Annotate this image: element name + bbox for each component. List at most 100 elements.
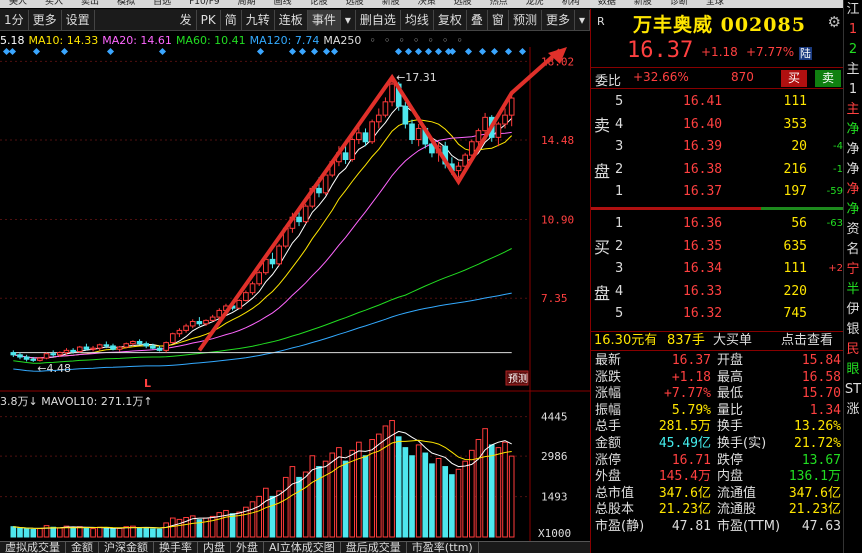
side-news-item-14[interactable]: 半 [844, 280, 862, 300]
candle-body-5 [43, 353, 50, 359]
indicator-tab-6[interactable]: AI立体成交图 [264, 542, 341, 553]
gear-icon[interactable]: ⚙ [828, 13, 841, 31]
side-news-item-18[interactable]: 眼 [844, 360, 862, 380]
rewind-icon[interactable]: ◦ [398, 34, 405, 47]
indicator-tab-4[interactable]: 内盘 [198, 542, 231, 553]
stats-label: 量比 [717, 402, 744, 418]
side-news-item-8[interactable]: 净 [844, 160, 862, 180]
sell-button[interactable]: 卖 [815, 70, 841, 87]
toolbar-right-button-13[interactable]: 更多 [542, 9, 575, 30]
ask-row[interactable]: 1 16.37 197 -59 [613, 181, 843, 202]
menu-item-0[interactable]: 美人 [9, 0, 27, 7]
toolbar-right-button-4[interactable]: 连板 [275, 9, 308, 30]
stock-name[interactable]: 万丰奥威 002085 [633, 10, 806, 37]
lock-icon[interactable]: ◦ [369, 34, 376, 47]
shuffle-icon[interactable]: ◦ [413, 34, 420, 47]
side-news-item-11[interactable]: 资 [844, 220, 862, 240]
bid-row[interactable]: 1 16.36 56 -63 [613, 213, 843, 234]
menu-item-19[interactable]: 全球 [706, 0, 724, 7]
minus-icon[interactable]: ◦ [427, 34, 434, 47]
menu-item-16[interactable]: 数据 [598, 0, 616, 7]
side-news-item-4[interactable]: 1 [844, 80, 862, 100]
candle-body-34 [236, 299, 243, 309]
ask-row[interactable]: 5 16.41 111 [613, 91, 843, 112]
menu-item-17[interactable]: 新股 [634, 0, 652, 7]
bid-row[interactable]: 3 16.34 111 +2 [613, 258, 843, 279]
side-news-item-15[interactable]: 伊 [844, 300, 862, 320]
ask-row[interactable]: 4 16.40 353 [613, 114, 843, 135]
toolbar-right-button-2[interactable]: 简 [221, 9, 242, 30]
toolbar-right-button-10[interactable]: 叠 [467, 9, 488, 30]
buy-button[interactable]: 买 [781, 70, 807, 87]
plus-icon[interactable]: ◦ [442, 34, 449, 47]
menu-item-1[interactable]: 买入 [45, 0, 63, 7]
side-news-item-9[interactable]: 净 [844, 180, 862, 200]
ask-row[interactable]: 2 16.38 216 -1 [613, 159, 843, 180]
side-news-item-0[interactable]: 江 [844, 0, 862, 20]
toolbar-left-button-2[interactable]: 设置 [62, 9, 95, 30]
menu-item-9[interactable]: 选股 [346, 0, 364, 7]
indicator-tab-0[interactable]: 虚拟成交量 [0, 542, 66, 553]
toolbar-left-button-0[interactable]: 1分 [0, 9, 29, 30]
menu-item-8[interactable]: 论股 [310, 0, 328, 7]
side-news-item-1[interactable]: 1 [844, 20, 862, 40]
side-news-item-16[interactable]: 银 [844, 320, 862, 340]
menu-item-4[interactable]: 自选 [153, 0, 171, 7]
toolbar-right-button-7[interactable]: 删自选 [356, 9, 401, 30]
menu-item-2[interactable]: 卖出 [81, 0, 99, 7]
toolbar-right-button-14[interactable]: ▾ [575, 9, 590, 30]
menu-item-6[interactable]: 周期 [238, 0, 256, 7]
volume-bar-59 [402, 447, 409, 538]
menu-item-7[interactable]: 画线 [274, 0, 292, 7]
toolbar-right-button-0[interactable]: 发 [176, 9, 197, 30]
toolbar-right-button-8[interactable]: 均线 [401, 9, 434, 30]
side-news-item-6[interactable]: 净 [844, 120, 862, 140]
indicator-tab-1[interactable]: 金额 [66, 542, 99, 553]
indicator-tab-5[interactable]: 外盘 [231, 542, 264, 553]
bid-row[interactable]: 2 16.35 635 [613, 236, 843, 257]
big-order-row[interactable]: 16.30元有 837手 大买单 点击查看 [591, 331, 843, 351]
menu-item-12[interactable]: 选股 [454, 0, 472, 7]
side-news-item-7[interactable]: 净 [844, 140, 862, 160]
indicator-tab-7[interactable]: 盘后成交量 [341, 542, 407, 553]
menu-item-3[interactable]: 模拟 [117, 0, 135, 7]
side-news-item-19[interactable]: ST [844, 380, 862, 400]
settings-icon[interactable]: ◦ [456, 34, 463, 47]
indicator-tab-3[interactable]: 换手率 [154, 542, 198, 553]
toolbar-right-button-5[interactable]: 事件 [307, 9, 341, 30]
side-news-item-3[interactable]: 主 [844, 60, 862, 80]
play-icon[interactable]: ◦ [384, 34, 391, 47]
menu-item-13[interactable]: 热点 [490, 0, 508, 7]
menu-item-5[interactable]: F10/F9 [189, 0, 220, 7]
side-news-item-2[interactable]: 2 [844, 40, 862, 60]
menu-item-11[interactable]: 决策 [418, 0, 436, 7]
bid-row[interactable]: 4 16.33 220 [613, 281, 843, 302]
volume-bar-52 [356, 441, 362, 538]
ask-row[interactable]: 3 16.39 20 -4 [613, 136, 843, 157]
candle-body-30 [209, 316, 216, 321]
menu-item-10[interactable]: 新股 [382, 0, 400, 7]
menu-item-18[interactable]: 诊断 [670, 0, 688, 7]
stats-row: 振幅 5.79% 量比 1.34 [591, 403, 843, 420]
indicator-tab-2[interactable]: 沪深金额 [99, 542, 154, 553]
side-news-strip[interactable]: 江 1 2 主 1 主净净净净净资名宁半伊银民眼 ST 涨 [843, 0, 862, 553]
side-news-item-17[interactable]: 民 [844, 340, 862, 360]
big-order-link[interactable]: 点击查看 [781, 332, 833, 350]
menu-item-15[interactable]: 机构 [562, 0, 580, 7]
bid-row[interactable]: 5 16.32 745 [613, 303, 843, 324]
toolbar-right-button-12[interactable]: 预测 [509, 9, 542, 30]
toolbar-right-button-6[interactable]: ▾ [341, 9, 356, 30]
menu-item-14[interactable]: 龙虎 [526, 0, 544, 7]
toolbar-right-button-3[interactable]: 九转 [242, 9, 275, 30]
kline-chart[interactable]: 18.0214.4810.907.35←17.31←4.48L 预测4445298… [0, 47, 590, 541]
side-news-item-13[interactable]: 宁 [844, 260, 862, 280]
toolbar-right-button-11[interactable]: 窗 [488, 9, 509, 30]
toolbar-right-button-9[interactable]: 复权 [434, 9, 467, 30]
indicator-tab-8[interactable]: 市盈率(ttm) [407, 542, 479, 553]
toolbar-right-button-1[interactable]: PK [197, 9, 221, 30]
toolbar-left-button-1[interactable]: 更多 [29, 9, 62, 30]
side-news-item-12[interactable]: 名 [844, 240, 862, 260]
side-news-item-20[interactable]: 涨 [844, 400, 862, 420]
side-news-item-10[interactable]: 净 [844, 200, 862, 220]
side-news-item-5[interactable]: 主 [844, 100, 862, 120]
